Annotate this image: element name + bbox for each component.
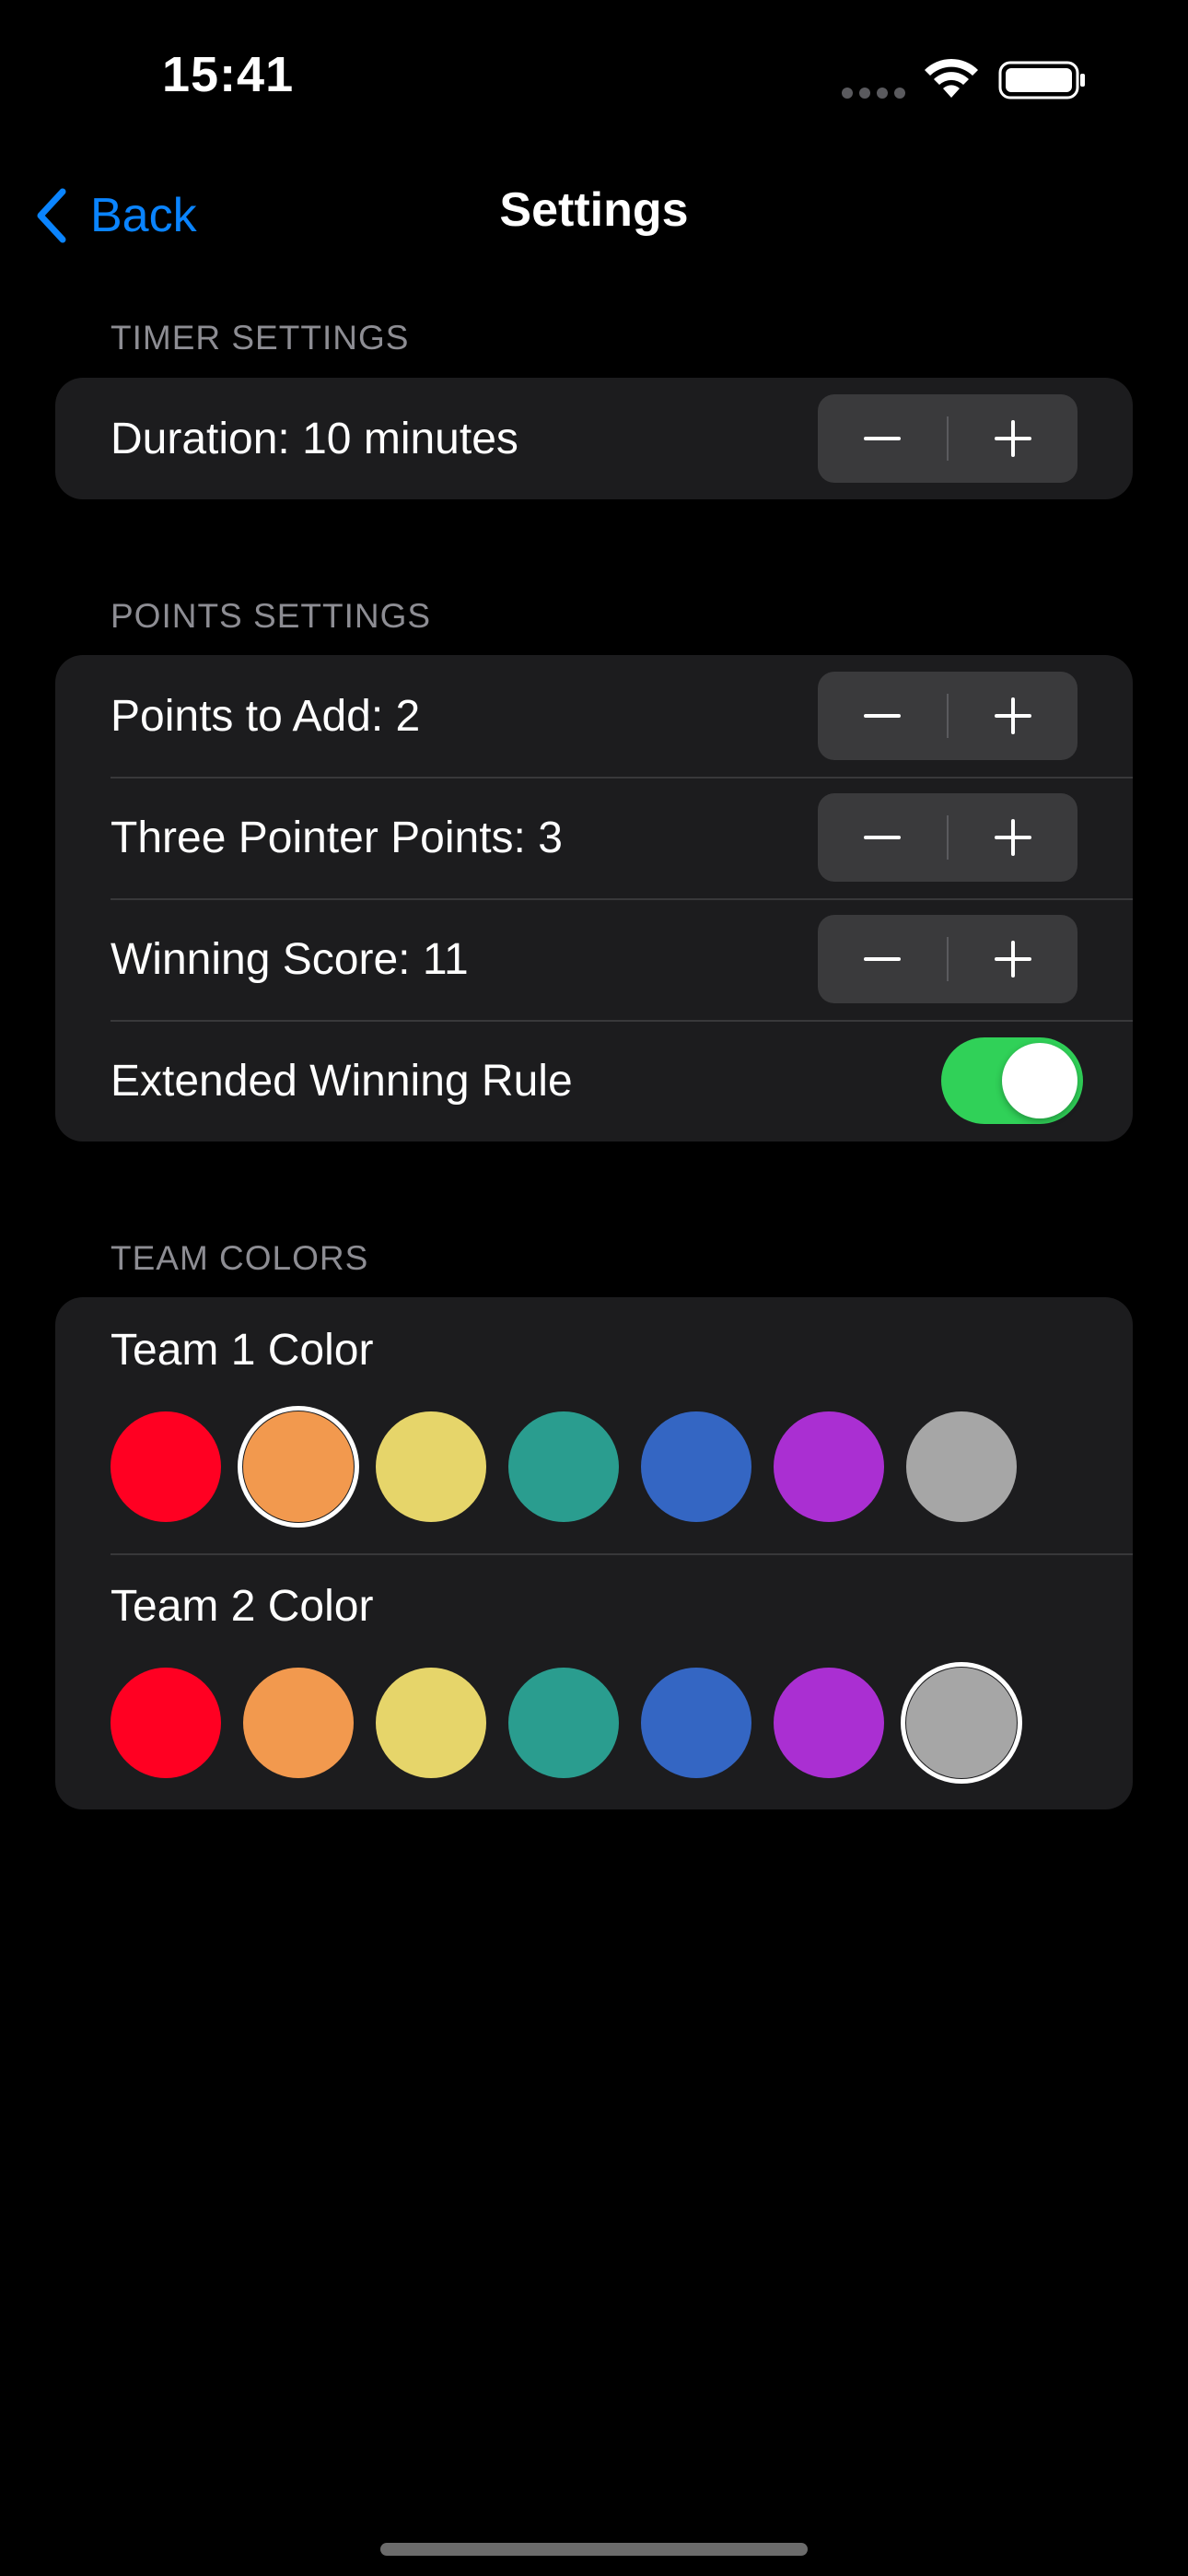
color-swatch[interactable] (111, 1668, 221, 1778)
team-colors-header: TEAM COLORS (111, 1239, 369, 1277)
points-settings-header: POINTS SETTINGS (111, 597, 432, 635)
team-1-color-label: Team 1 Color (111, 1326, 374, 1375)
plus-icon (995, 420, 1031, 457)
team-2-color-label: Team 2 Color (111, 1582, 374, 1631)
points-to-add-decrement-button[interactable] (818, 672, 947, 760)
color-swatch[interactable] (901, 1662, 1022, 1784)
color-swatch[interactable] (906, 1411, 1017, 1522)
color-swatch[interactable] (376, 1411, 486, 1522)
winning-score-label: Winning Score: 11 (111, 934, 469, 984)
three-pointer-stepper (818, 793, 1077, 882)
timer-settings-card: Duration: 10 minutes (55, 378, 1133, 499)
team-1-swatches (111, 1406, 1017, 1528)
three-pointer-row: Three Pointer Points: 3 (55, 777, 1133, 898)
duration-increment-button[interactable] (949, 394, 1077, 483)
points-to-add-stepper (818, 672, 1077, 760)
color-swatch[interactable] (641, 1411, 751, 1522)
extended-winning-rule-toggle[interactable] (941, 1037, 1083, 1124)
team-1-color-block: Team 1 Color (55, 1297, 1133, 1553)
three-pointer-label: Three Pointer Points: 3 (111, 813, 563, 862)
timer-settings-header: TIMER SETTINGS (111, 319, 410, 357)
winning-score-decrement-button[interactable] (818, 915, 947, 1003)
color-swatch[interactable] (243, 1668, 354, 1778)
three-pointer-increment-button[interactable] (949, 793, 1077, 882)
winning-score-increment-button[interactable] (949, 915, 1077, 1003)
minus-icon (864, 957, 901, 961)
duration-row: Duration: 10 minutes (55, 378, 1133, 499)
minus-icon (864, 437, 901, 440)
three-pointer-decrement-button[interactable] (818, 793, 947, 882)
duration-stepper (818, 394, 1077, 483)
color-swatch[interactable] (111, 1411, 221, 1522)
color-swatch[interactable] (376, 1668, 486, 1778)
winning-score-stepper (818, 915, 1077, 1003)
plus-icon (995, 819, 1031, 856)
page-title: Settings (499, 183, 689, 237)
signal-icon (842, 88, 906, 99)
toggle-knob (1002, 1043, 1077, 1118)
color-swatch[interactable] (774, 1668, 884, 1778)
status-bar: 15:41 (0, 0, 1188, 157)
home-indicator (380, 2543, 808, 2556)
color-swatch[interactable] (641, 1668, 751, 1778)
wifi-icon (925, 58, 978, 98)
minus-icon (864, 714, 901, 718)
battery-icon (998, 61, 1085, 100)
color-swatch[interactable] (508, 1668, 619, 1778)
points-to-add-label: Points to Add: 2 (111, 691, 421, 741)
duration-label: Duration: 10 minutes (111, 414, 518, 463)
extended-winning-rule-label: Extended Winning Rule (111, 1056, 573, 1106)
points-settings-card: Points to Add: 2 Three Pointer Points: 3… (55, 655, 1133, 1142)
points-to-add-row: Points to Add: 2 (55, 655, 1133, 777)
plus-icon (995, 697, 1031, 734)
color-swatch[interactable] (774, 1411, 884, 1522)
duration-decrement-button[interactable] (818, 394, 947, 483)
team-colors-card: Team 1 Color Team 2 Color (55, 1297, 1133, 1809)
color-swatch[interactable] (238, 1406, 359, 1528)
extended-winning-rule-row: Extended Winning Rule (55, 1020, 1133, 1142)
navigation-bar: Back Settings (0, 166, 1188, 267)
winning-score-row: Winning Score: 11 (55, 898, 1133, 1020)
plus-icon (995, 941, 1031, 978)
color-swatch[interactable] (508, 1411, 619, 1522)
team-2-color-block: Team 2 Color (55, 1553, 1133, 1809)
points-to-add-increment-button[interactable] (949, 672, 1077, 760)
minus-icon (864, 836, 901, 839)
team-2-swatches (111, 1662, 1022, 1784)
status-time: 15:41 (162, 47, 295, 102)
